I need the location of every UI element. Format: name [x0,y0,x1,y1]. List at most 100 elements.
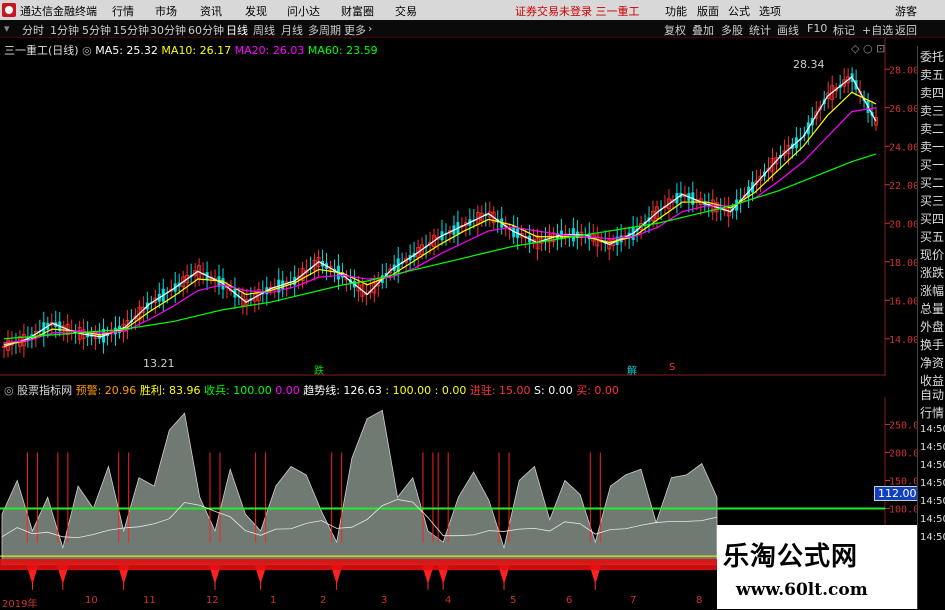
indicator-retreat: 收兵: 100.00 [204,384,272,397]
side-item[interactable]: 总量 [920,300,944,317]
btn-back[interactable]: 返回 [895,22,917,38]
indicator-buy: 买: 0.00 [576,384,619,397]
side-tab-auto[interactable]: 自动 [920,386,944,403]
time-tick: 8 [696,595,703,606]
chevron-down-icon[interactable]: ▾ [4,22,10,35]
indicator-legend: ◎ 股票指标网 预警: 20.96 胜利: 83.96 收兵: 100.00 0… [4,382,619,398]
period-tab-30min[interactable]: 30分钟 [150,22,186,38]
indicator-trend: 趋势线: 126.63 [303,384,382,397]
settings-icon[interactable]: ◎ [82,44,95,57]
indicator-zero: 0.00 [275,384,300,397]
menu-item-layout[interactable]: 版面 [697,3,719,19]
signal-label-fall: 跌 [314,366,324,377]
indicator-v1: : 100.00 [385,384,432,397]
side-item[interactable]: 换手 [920,336,944,353]
price-chart[interactable]: 28.00 26.00 24.00 22.00 20.00 18.00 16.00 14.00 [0,38,917,376]
side-item[interactable]: 买三 [920,192,944,209]
time-tick: 2019年 [2,599,38,610]
chevron-right-icon[interactable]: › [368,22,372,35]
btn-overlay[interactable]: 叠加 [692,22,714,38]
btn-stats[interactable]: 统计 [749,22,771,38]
period-toolbar: ▾ 分时 1分钟 5分钟 15分钟 30分钟 60分钟 日线 周线 月线 多周期… [0,20,945,38]
indicator-warning: 预警: 20.96 [75,384,137,397]
time-tick: 5 [510,595,517,606]
tick-time: 14:50 [920,478,945,489]
stock-label: 三一重工(日线) [4,44,79,57]
ma20-label: MA20: 26.03 [234,44,305,57]
btn-mark[interactable]: 标记 [833,22,855,38]
indicator-win: 胜利: 83.96 [139,384,201,397]
menu-item-formula[interactable]: 公式 [728,3,750,19]
menu-item-options[interactable]: 选项 [759,3,781,19]
ma60-label: MA60: 23.59 [307,44,378,57]
period-tab-more[interactable]: 更多 [344,22,366,38]
side-item[interactable]: 涨幅 [920,282,944,299]
tick-time: 14:50 [920,460,945,471]
price-tick-label: 22.00 [889,181,917,192]
period-tab-15min[interactable]: 15分钟 [113,22,149,38]
side-item[interactable]: 卖四 [920,84,944,101]
menu-item-discover[interactable]: 发现 [245,3,267,19]
side-item[interactable]: 外盘 [920,318,944,335]
side-item[interactable]: 卖一 [920,138,944,155]
side-item[interactable]: 现价 [920,246,944,263]
side-item[interactable]: 买一 [920,156,944,173]
side-item[interactable]: 卖二 [920,120,944,137]
menu-bar: 通达信金融终端 行情 市场 资讯 发现 问小达 财富圈 交易 证券交易未登录 三… [0,0,945,20]
tick-time: 14:50 [920,532,945,543]
side-item[interactable]: 净资 [920,354,944,371]
red-band [0,558,717,571]
signal-label-release: 解 [627,366,637,377]
time-tick: 6 [566,595,573,606]
price-chart-legend: 三一重工(日线) ◎ MA5: 25.32 MA10: 26.17 MA20: … [4,42,378,58]
app-title: 通达信金融终端 [20,5,97,18]
period-tab-1min[interactable]: 1分钟 [50,22,79,38]
menu-item-trade[interactable]: 交易 [395,3,417,19]
menu-item-ask[interactable]: 问小达 [287,3,320,19]
period-tab-60min[interactable]: 60分钟 [188,22,224,38]
price-tick-label: 24.00 [889,142,917,153]
user-label[interactable]: 游客 [895,3,917,19]
menu-item-quotes[interactable]: 行情 [112,3,134,19]
tick-time: 14:50 [920,496,945,507]
time-tick: 12 [206,595,219,606]
btn-f10[interactable]: F10 [807,22,827,35]
time-tick: 1 [270,595,277,606]
side-tab-quotes[interactable]: 行情 [920,404,944,421]
menu-item-wealth[interactable]: 财富圈 [341,3,374,19]
quote-side-panel: 委托 卖五 卖四 卖三 卖二 卖一 买一 买二 买三 买四 买五 现价 涨跌 涨… [917,46,945,609]
indicator-enter: 进驻: 15.00 [469,384,531,397]
side-item[interactable]: 卖五 [920,66,944,83]
menu-item-market[interactable]: 市场 [155,3,177,19]
period-tab-minute[interactable]: 分时 [22,22,44,38]
indicator-settings-icon[interactable]: ◎ [4,384,17,397]
price-tick-label: 20.00 [889,219,917,230]
window-controls-icon[interactable]: ◇ ○ ⊡ [851,42,885,55]
menu-item-news[interactable]: 资讯 [200,3,222,19]
watermark-url: www.60lt.com [736,580,868,600]
side-item[interactable]: 委托 [920,48,944,65]
period-tab-daily[interactable]: 日线 [226,22,248,38]
btn-draw[interactable]: 画线 [777,22,799,38]
tick-time: 14:50 [920,442,945,453]
price-tick-label: 14.00 [889,335,917,346]
period-tab-weekly[interactable]: 周线 [253,22,275,38]
period-tab-multi[interactable]: 多周期 [308,22,341,38]
period-tab-5min[interactable]: 5分钟 [82,22,111,38]
time-tick: 7 [630,595,637,606]
side-item[interactable]: 买四 [920,210,944,227]
side-item[interactable]: 买五 [920,228,944,245]
period-tab-monthly[interactable]: 月线 [281,22,303,38]
side-item[interactable]: 买二 [920,174,944,191]
menu-item-function[interactable]: 功能 [665,3,687,19]
price-tick-label: 26.00 [889,104,917,115]
login-notice[interactable]: 证券交易未登录 三一重工 [515,3,640,19]
btn-adjust[interactable]: 复权 [664,22,686,38]
time-tick: 3 [381,595,388,606]
btn-add-watchlist[interactable]: +自选 [862,22,893,38]
indicator-tick-label: 100.0 [889,505,917,516]
btn-multi-stock[interactable]: 多股 [721,22,743,38]
side-item[interactable]: 卖三 [920,102,944,119]
price-tick-label: 16.00 [889,296,917,307]
side-item[interactable]: 涨跌 [920,264,944,281]
